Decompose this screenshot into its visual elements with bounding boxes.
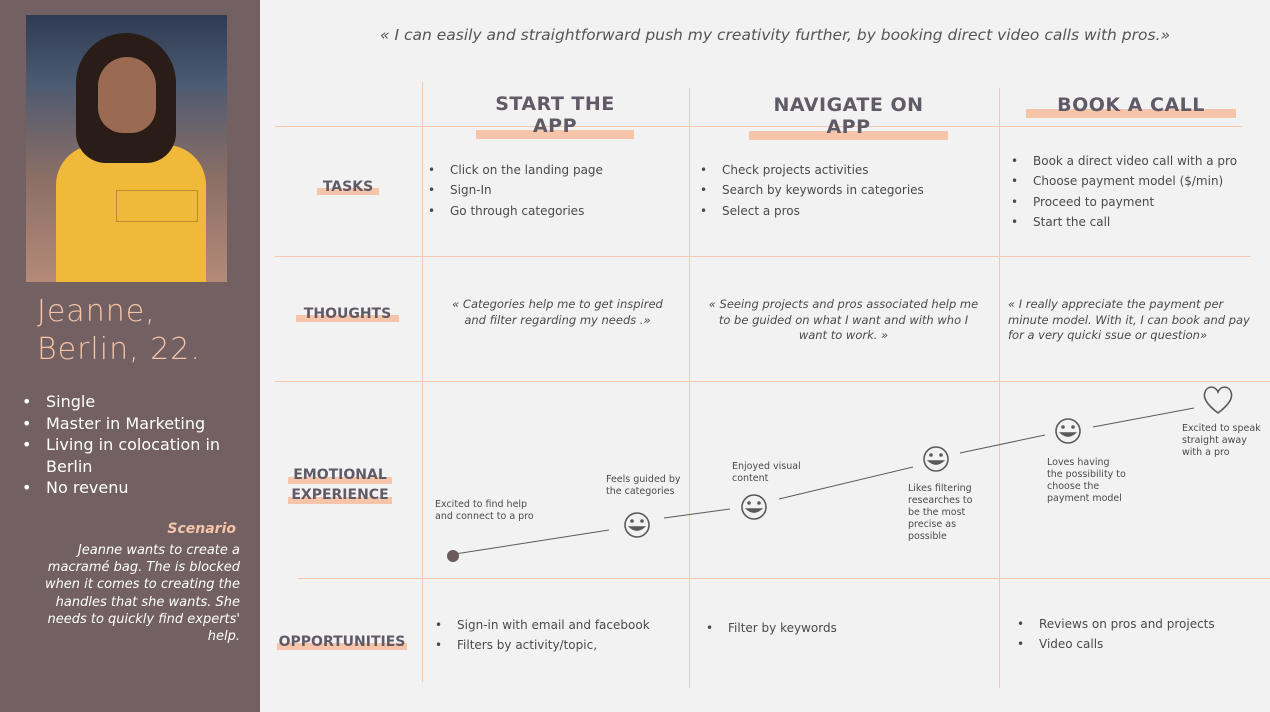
list-item: Check projects activities [700, 160, 990, 181]
persona-fact: Living in colocation in Berlin [22, 434, 252, 477]
tasks-book-call: Book a direct video call with a pro Choo… [1011, 151, 1261, 233]
persona-fact: No revenu [22, 477, 252, 499]
tasks-start-app: Click on the landing page Sign-In Go thr… [428, 160, 678, 222]
emotion-link [663, 508, 731, 519]
opportunities-book-call: Reviews on pros and projects Video calls [1017, 614, 1257, 655]
column-heading-start-app: START THE APP [476, 93, 634, 139]
persona-fact: Master in Marketing [22, 413, 252, 435]
list-item: Search by keywords in categories [700, 180, 990, 201]
grid-line [689, 88, 690, 688]
persona-fact: Single [22, 391, 252, 413]
list-item: Filter by keywords [706, 618, 956, 639]
column-heading-navigate: NAVIGATE ON APP [749, 94, 948, 140]
persona-name: Jeanne, Berlin, 22. [37, 293, 201, 369]
persona-sidebar: Jeanne, Berlin, 22. Single Master in Mar… [0, 0, 260, 712]
row-heading-emotional: EMOTIONAL EXPERIENCE [288, 465, 392, 505]
row-heading-thoughts: THOUGHTS [296, 304, 399, 324]
list-item: Go through categories [428, 201, 678, 222]
thought-navigate: « Seeing projects and pros associated he… [708, 297, 979, 342]
column-heading-book-call: BOOK A CALL [1026, 94, 1236, 118]
emotion-start-dot [447, 550, 459, 562]
list-item: Video calls [1017, 634, 1257, 655]
grid-line [999, 88, 1000, 688]
scenario-title: Scenario [167, 521, 236, 537]
row-heading-text: THOUGHTS [303, 306, 392, 322]
smiley-icon [1055, 418, 1081, 444]
row-heading-text: EXPERIENCE [291, 487, 389, 503]
persona-location-age: Berlin, 22. [37, 332, 201, 367]
emotion-label: Feels guided by the categories [606, 474, 681, 497]
tasks-navigate: Check projects activities Search by keyw… [700, 160, 990, 222]
emotion-label: Enjoyed visual content [732, 461, 801, 484]
list-item: Reviews on pros and projects [1017, 614, 1257, 635]
grid-line [298, 578, 1270, 579]
persona-name-line: Jeanne, [37, 294, 156, 329]
column-heading-text: BOOK A CALL [1057, 94, 1205, 116]
row-heading-tasks: TASKS [317, 177, 379, 197]
list-item: Book a direct video call with a pro [1011, 151, 1261, 172]
list-item: Sign-in with email and facebook [435, 615, 685, 636]
row-heading-text: TASKS [322, 179, 374, 195]
smiley-icon [741, 494, 767, 520]
emotion-label: Excited to speak straight away with a pr… [1182, 423, 1261, 458]
persona-facts: Single Master in Marketing Living in col… [22, 391, 252, 499]
emotion-label: Loves having the possibility to choose t… [1047, 457, 1126, 504]
row-heading-text: EMOTIONAL [293, 467, 387, 483]
persona-photo [26, 15, 227, 282]
list-item: Select a pros [700, 201, 990, 222]
grid-line [275, 256, 1251, 257]
thought-book-call: « I really appreciate the payment per mi… [1008, 297, 1250, 342]
row-heading-text: OPPORTUNITIES [278, 634, 406, 650]
scenario-text: Jeanne wants to create a macramé bag. Th… [44, 543, 240, 645]
row-heading-opportunities: OPPORTUNITIES [277, 632, 407, 652]
opportunities-navigate: Filter by keywords [706, 618, 956, 639]
emotion-link [959, 434, 1046, 454]
list-item: Start the call [1011, 212, 1261, 233]
smiley-icon [923, 446, 949, 472]
emotion-label: Likes filtering researches to be the mos… [908, 483, 973, 542]
smiley-icon [624, 512, 650, 538]
grid-line [422, 82, 423, 682]
emotion-link [454, 529, 610, 555]
persona-quote: « I can easily and straightforward push … [379, 26, 1171, 44]
list-item: Proceed to payment [1011, 192, 1261, 213]
emotion-label: Excited to find help and connect to a pr… [435, 499, 534, 522]
grid-line [275, 381, 1270, 382]
opportunities-start-app: Sign-in with email and facebook Filters … [435, 615, 685, 656]
list-item: Click on the landing page [428, 160, 678, 181]
list-item: Choose payment model ($/min) [1011, 171, 1261, 192]
heart-icon [1203, 386, 1233, 415]
list-item: Filters by activity/topic, [435, 635, 685, 656]
list-item: Sign-In [428, 180, 678, 201]
thought-start-app: « Categories help me to get inspired and… [452, 297, 663, 327]
emotion-link [1092, 407, 1195, 428]
